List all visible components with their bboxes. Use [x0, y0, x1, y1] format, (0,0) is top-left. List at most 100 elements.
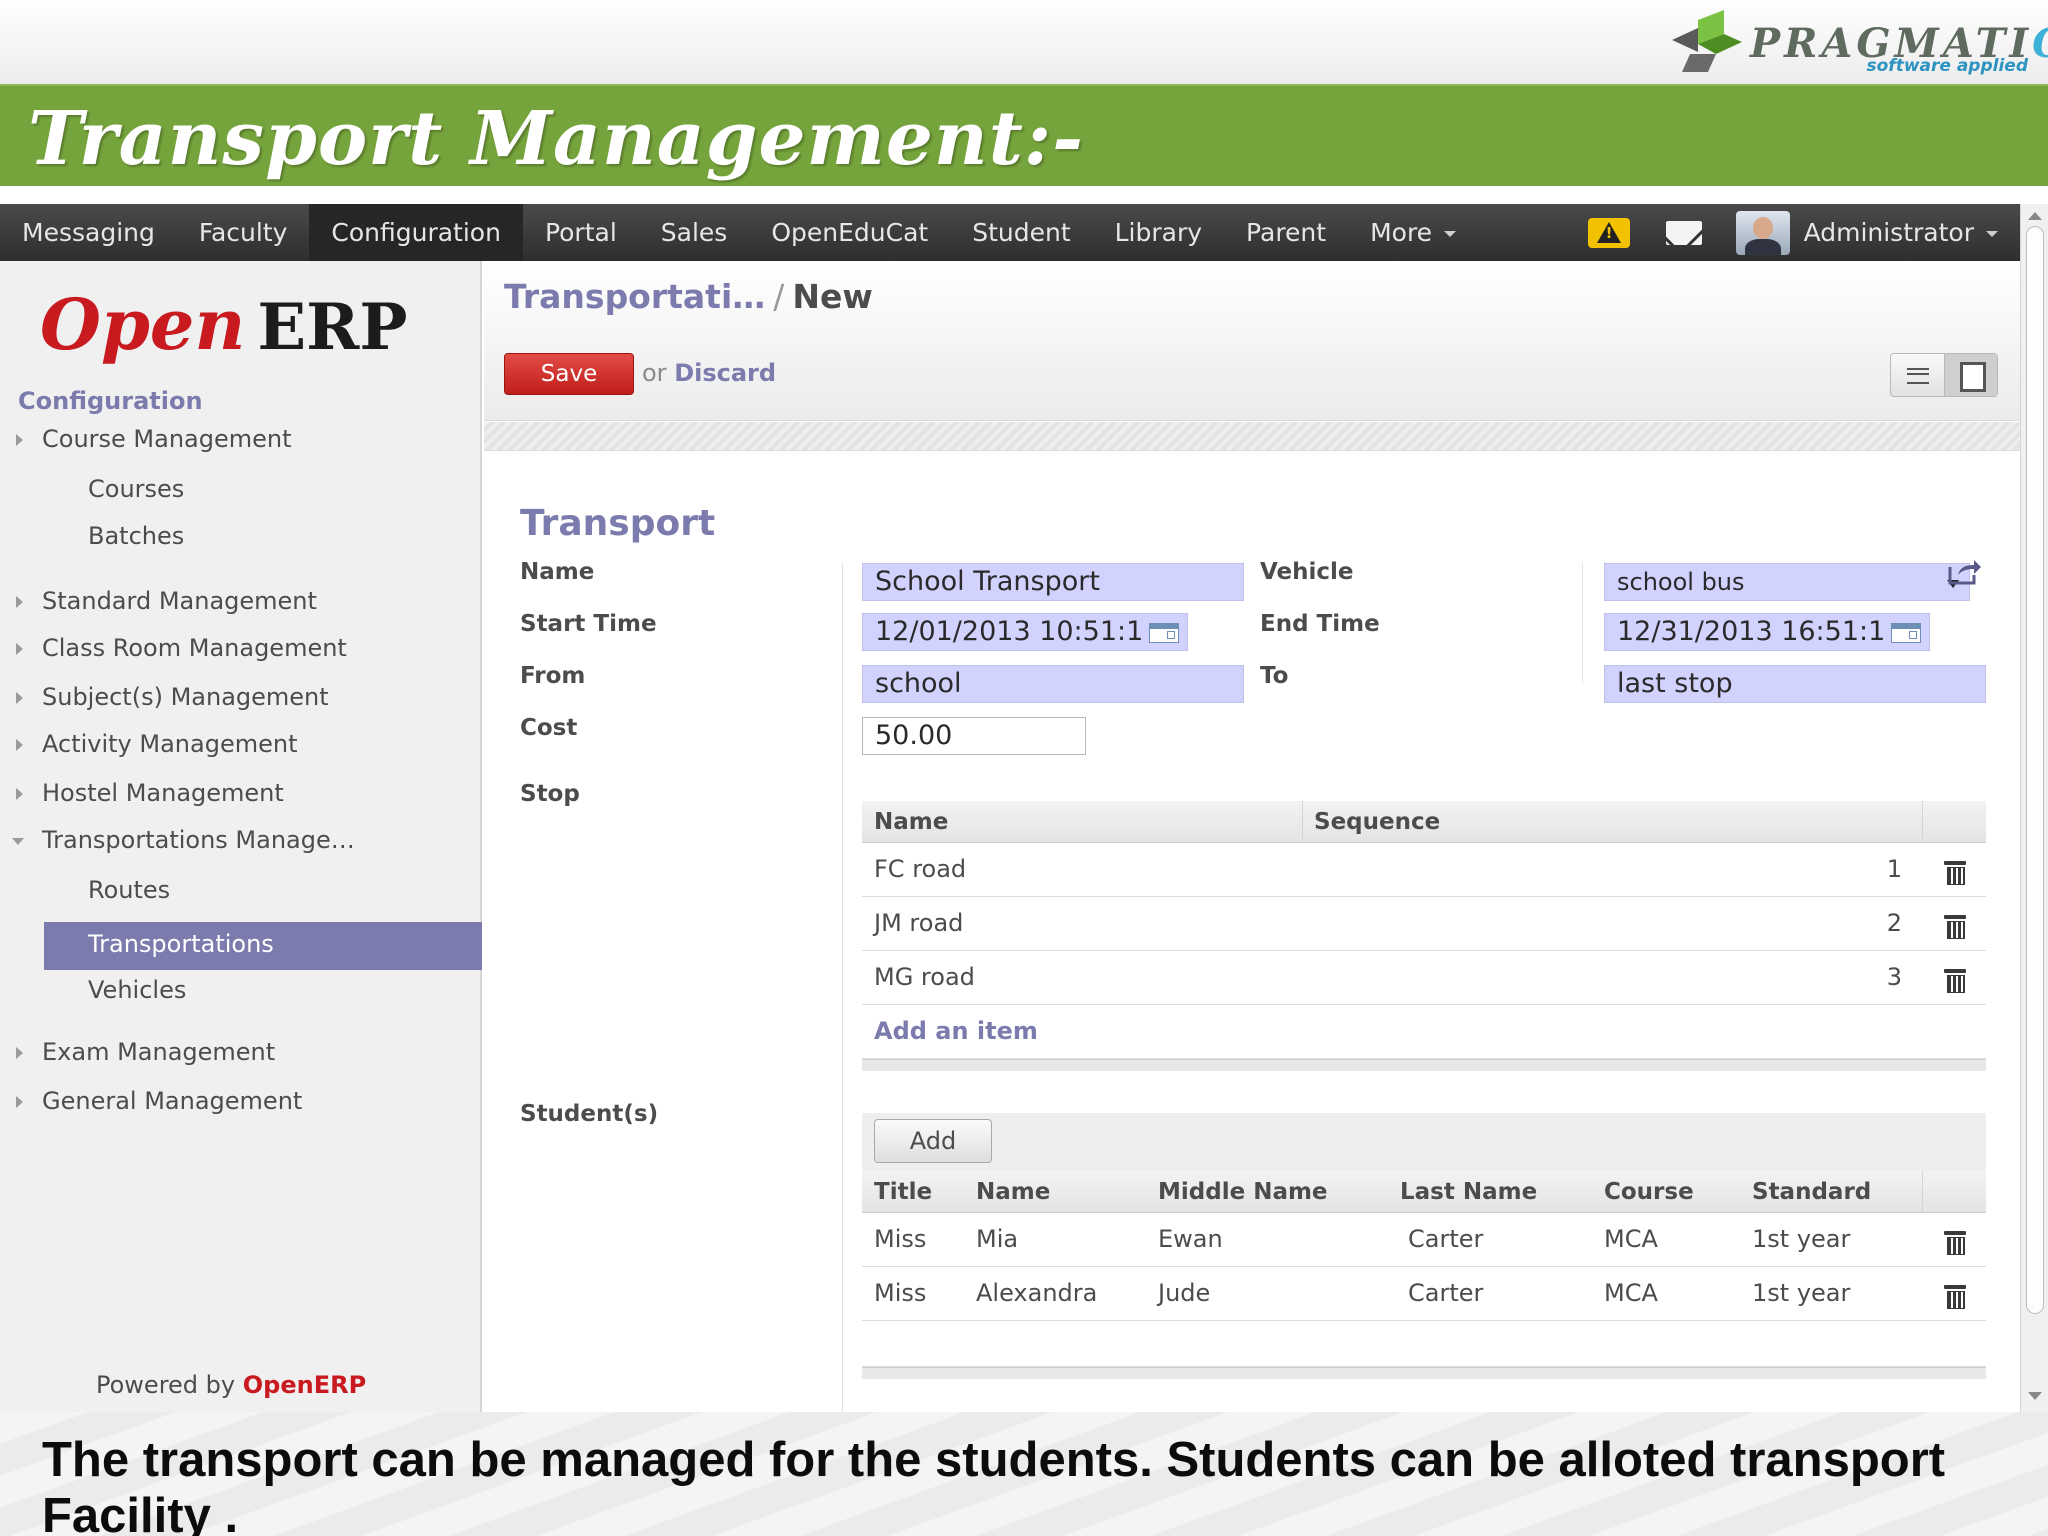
student-title: Miss [874, 1225, 927, 1253]
sidebar-item-course-management[interactable]: Course Management [16, 425, 292, 453]
menu-messaging[interactable]: Messaging [0, 204, 177, 261]
table-row[interactable]: Miss Alexandra Jude Carter MCA 1st year [862, 1267, 1986, 1321]
stop-name: JM road [874, 909, 964, 937]
mail-icon[interactable] [1665, 220, 1702, 245]
menu-parent[interactable]: Parent [1224, 204, 1348, 261]
sidebar-item-standard-management[interactable]: Standard Management [16, 587, 317, 615]
student-col-middle-name[interactable]: Middle Name [1158, 1179, 1328, 1205]
menu-configuration[interactable]: Configuration [309, 204, 523, 261]
avatar[interactable] [1735, 210, 1790, 255]
caret-right-icon [16, 643, 23, 655]
trash-icon[interactable] [1944, 969, 1966, 993]
list-view-icon[interactable] [1891, 354, 1945, 396]
trash-icon[interactable] [1944, 861, 1966, 885]
openerp-logo[interactable]: Open ERP [40, 283, 450, 366]
add-an-item-link[interactable]: Add an item [874, 1017, 1038, 1045]
sidebar-item-routes[interactable]: Routes [88, 876, 170, 904]
warning-icon[interactable] [1587, 217, 1630, 248]
caret-right-icon [16, 596, 23, 608]
table-row[interactable]: Miss Mia Ewan Carter MCA 1st year [862, 1213, 1986, 1267]
stop-name: MG road [874, 963, 975, 991]
caret-down-icon [1986, 231, 1998, 237]
student-col-standard[interactable]: Standard [1752, 1179, 1871, 1205]
stop-col-name[interactable]: Name [874, 809, 948, 835]
sidebar-item-transportations[interactable]: Transportations [44, 922, 482, 970]
from-field[interactable]: school [862, 665, 1244, 703]
menu-sales[interactable]: Sales [639, 204, 750, 261]
discard-link[interactable]: Discard [674, 359, 776, 387]
form-view-icon[interactable] [1945, 354, 1997, 396]
students-toolbar: Add [862, 1113, 1986, 1171]
slide-header: PRAGMATIC software applied [0, 0, 2048, 84]
table-row[interactable]: FC road 1 [862, 843, 1986, 897]
caret-right-icon [16, 739, 23, 751]
slide-title: Transport Management:- [28, 96, 1084, 182]
powered-by-link[interactable]: OpenERP [243, 1371, 366, 1399]
table-row[interactable]: MG road 3 [862, 951, 1986, 1005]
sidebar-item-batches[interactable]: Batches [88, 522, 184, 550]
scroll-thumb[interactable] [2026, 226, 2044, 1314]
scroll-down-icon[interactable] [2028, 1392, 2042, 1400]
end-time-label: End Time [1260, 611, 1380, 637]
menu-faculty[interactable]: Faculty [177, 204, 310, 261]
student-col-last-name[interactable]: Last Name [1400, 1179, 1537, 1205]
main-content: Transportati… / New Save or Discard Transp… [484, 261, 2020, 1413]
pragmatic-logo: PRAGMATIC software applied [1668, 6, 2048, 78]
external-link-icon[interactable] [1946, 559, 1982, 585]
stop-sequence: 3 [1886, 963, 1902, 991]
sidebar-item-exam-management[interactable]: Exam Management [16, 1038, 275, 1066]
sidebar-item-general-management[interactable]: General Management [16, 1087, 302, 1115]
trash-icon[interactable] [1944, 1285, 1966, 1309]
student-col-title[interactable]: Title [874, 1179, 932, 1205]
sidebar-item-hostel-management[interactable]: Hostel Management [16, 779, 284, 807]
sidebar-item-subject-management[interactable]: Subject(s) Management [16, 683, 329, 711]
menu-student[interactable]: Student [950, 204, 1092, 261]
slide-caption: The transport can be managed for the stu… [42, 1433, 1946, 1536]
student-standard: 1st year [1752, 1279, 1851, 1307]
menu-more[interactable]: More [1348, 204, 1478, 261]
cost-label: Cost [520, 715, 578, 741]
sidebar-item-transportations-management[interactable]: Transportations Manage… [12, 826, 355, 854]
to-field[interactable]: last stop [1604, 665, 1986, 703]
breadcrumb-current: New [792, 277, 873, 316]
stop-table-header: Name Sequence [862, 801, 1986, 843]
cost-field[interactable]: 50.00 [862, 717, 1086, 755]
sidebar-item-activity-management[interactable]: Activity Management [16, 730, 297, 758]
name-field[interactable]: School Transport [862, 563, 1244, 601]
calendar-icon[interactable] [1891, 623, 1921, 643]
vehicle-select[interactable]: school bus [1604, 563, 1970, 601]
student-name: Alexandra [976, 1279, 1098, 1307]
trash-icon[interactable] [1944, 1231, 1966, 1255]
slide-caption-band: The transport can be managed for the stu… [0, 1412, 2048, 1536]
save-button[interactable]: Save [504, 353, 634, 395]
end-time-field[interactable]: 12/31/2013 16:51:1 [1604, 613, 1930, 651]
menu-portal[interactable]: Portal [523, 204, 639, 261]
breadcrumb-parent[interactable]: Transportati… [504, 277, 765, 316]
menu-openeducat[interactable]: OpenEduCat [749, 204, 950, 261]
column-separator [1922, 801, 1923, 843]
user-menu[interactable]: Administrator [1804, 218, 1998, 247]
page-scrollbar[interactable] [2020, 204, 2048, 1412]
column-separator [1922, 1171, 1923, 1213]
student-course: MCA [1604, 1225, 1658, 1253]
powered-by: Powered by OpenERP [96, 1371, 367, 1399]
calendar-icon[interactable] [1149, 623, 1179, 643]
start-time-field[interactable]: 12/01/2013 10:51:1 [862, 613, 1188, 651]
student-middle-name: Ewan [1158, 1225, 1223, 1253]
sidebar-item-vehicles[interactable]: Vehicles [88, 976, 186, 1004]
menu-library[interactable]: Library [1093, 204, 1224, 261]
caret-right-icon [16, 434, 23, 446]
view-switcher [1890, 353, 1998, 397]
student-col-name[interactable]: Name [976, 1179, 1050, 1205]
sidebar-item-courses[interactable]: Courses [88, 475, 184, 503]
vehicle-value: school bus [1617, 568, 1745, 596]
empty-table-row [862, 1321, 1986, 1367]
control-panel: Transportati… / New Save or Discard [484, 261, 2020, 421]
scroll-up-icon[interactable] [2028, 212, 2042, 220]
student-col-course[interactable]: Course [1604, 1179, 1694, 1205]
add-student-button[interactable]: Add [874, 1119, 992, 1163]
trash-icon[interactable] [1944, 915, 1966, 939]
sidebar-item-classroom-management[interactable]: Class Room Management [16, 634, 347, 662]
stop-col-sequence[interactable]: Sequence [1314, 809, 1440, 835]
table-row[interactable]: JM road 2 [862, 897, 1986, 951]
